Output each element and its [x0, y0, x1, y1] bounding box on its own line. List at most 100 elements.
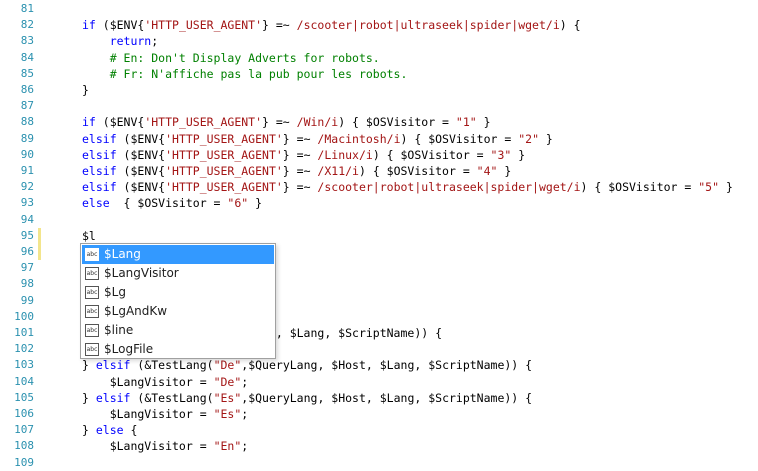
line-number: 87 — [20, 99, 34, 112]
line-number: 88 — [20, 115, 34, 128]
code-token-string: "Es" — [213, 391, 242, 405]
code-token-keyword: else — [95, 423, 124, 437]
code-line[interactable]: $l — [82, 228, 96, 244]
code-line[interactable]: if ($ENV{'HTTP_USER_AGENT'} =~ /Win/i) {… — [82, 114, 491, 130]
code-token-keyword: else — [82, 196, 117, 210]
code-token-string: 'HTTP_USER_AGENT' — [165, 180, 283, 194]
code-token-keyword: elsif — [82, 148, 124, 162]
line-number: 96 — [20, 245, 34, 258]
line-number: 109 — [14, 456, 34, 469]
code-line[interactable]: $LangVisitor = "Es"; — [82, 406, 249, 422]
code-token-plain: } =~ — [282, 164, 318, 178]
code-token-plain: } =~ — [262, 18, 297, 32]
code-token-string: 'HTTP_USER_AGENT' — [144, 18, 263, 32]
autocomplete-item[interactable]: abc $Lang — [82, 245, 274, 264]
code-token-plain: } — [82, 358, 96, 372]
code-token-plain: } — [82, 391, 96, 405]
code-token-keyword: return — [82, 34, 152, 48]
code-token-plain: ; — [241, 375, 249, 389]
code-line[interactable]: $LangVisitor = "En"; — [82, 438, 249, 454]
code-token-comment: # Fr: N'affiche pas la pub pour les robo… — [82, 67, 408, 81]
code-token-plain: } =~ — [282, 180, 318, 194]
code-token-string: /scooter|robot|ultraseek|spider|wget/i — [317, 180, 581, 194]
code-token-plain: } =~ — [282, 132, 318, 146]
code-token-keyword: if — [82, 18, 103, 32]
text-completion-icon: abc — [85, 267, 99, 280]
line-number: 82 — [20, 18, 34, 31]
code-line[interactable]: return; — [82, 33, 159, 49]
line-number: 83 — [20, 34, 34, 47]
code-line[interactable]: } else { — [82, 422, 137, 438]
autocomplete-item-label: $LogFile — [104, 342, 154, 356]
line-number: 90 — [20, 148, 34, 161]
line-number: 104 — [14, 375, 34, 388]
code-token-plain: ; — [151, 34, 159, 48]
code-token-string: 'HTTP_USER_AGENT' — [165, 164, 283, 178]
code-token-keyword: elsif — [82, 164, 124, 178]
line-number: 98 — [20, 277, 34, 290]
code-line[interactable]: } elsif (&TestLang("Es",$QueryLang, $Hos… — [82, 390, 532, 406]
line-number: 86 — [20, 83, 34, 96]
code-token-plain: } =~ — [262, 115, 297, 129]
code-token-plain: ($ENV{ — [123, 180, 166, 194]
code-token-plain: ($ENV{ — [123, 164, 166, 178]
autocomplete-item[interactable]: abc $Lg — [82, 283, 274, 302]
text-completion-icon: abc — [85, 305, 99, 318]
autocomplete-item[interactable]: abc $LogFile — [82, 340, 274, 359]
code-line[interactable]: # Fr: N'affiche pas la pub pour les robo… — [82, 66, 408, 82]
line-number: 85 — [20, 67, 34, 80]
autocomplete-item[interactable]: abc $line — [82, 321, 274, 340]
autocomplete-popup[interactable]: abc $Lang abc $LangVisitor abc $Lg abc $LgAndKw… — [80, 243, 276, 359]
code-token-plain: ($ENV{ — [123, 148, 166, 162]
line-number: 101 — [14, 326, 34, 339]
line-number: 93 — [20, 196, 34, 209]
text-completion-icon: abc — [85, 324, 99, 337]
code-token-string: "Es" — [213, 407, 242, 421]
code-token-plain: } — [82, 423, 96, 437]
code-line[interactable]: if ($ENV{'HTTP_USER_AGENT'} =~ /scooter|… — [82, 17, 581, 33]
code-line[interactable]: } — [82, 82, 89, 98]
line-number: 92 — [20, 180, 34, 193]
code-token-string: "5" — [698, 180, 720, 194]
code-editor[interactable]: 81 82 83 84 85 86 87 88 89 90 91 92 93 94 95 96 97 98 99 10… — [0, 0, 758, 469]
autocomplete-item-label: $LgAndKw — [104, 304, 168, 318]
code-token-plain: ,$QueryLang, $Host, $Lang, $ScriptName))… — [241, 391, 533, 405]
code-token-string: /X11/i — [317, 164, 359, 178]
code-token-string: "De" — [213, 358, 242, 372]
code-token-string: "1" — [455, 115, 477, 129]
code-line[interactable]: elsif ($ENV{'HTTP_USER_AGENT'} =~ /Linux… — [82, 147, 525, 163]
autocomplete-item[interactable]: abc $LgAndKw — [82, 302, 274, 321]
line-number: 105 — [14, 391, 34, 404]
autocomplete-item[interactable]: abc $LangVisitor — [82, 264, 274, 283]
code-token-string: "De" — [213, 375, 242, 389]
line-number: 94 — [20, 213, 34, 226]
code-token-plain: ) { $OSVisitor = — [338, 115, 456, 129]
code-token-plain: } — [476, 115, 491, 129]
code-line[interactable]: else { $OSVisitor = "6" } — [82, 195, 262, 211]
line-number: 97 — [20, 261, 34, 274]
code-line[interactable]: # En: Don't Display Adverts for robots. — [82, 50, 380, 66]
code-line[interactable]: elsif ($ENV{'HTTP_USER_AGENT'} =~ /Macin… — [82, 131, 553, 147]
code-token-plain: ,$QueryLang, $Host, $Lang, $ScriptName))… — [241, 358, 533, 372]
code-line[interactable]: $LangVisitor = "De"; — [82, 374, 249, 390]
code-token-plain: $LangVisitor = — [82, 407, 214, 421]
code-token-string: "6" — [227, 196, 249, 210]
code-token-plain: { $OSVisitor = — [116, 196, 228, 210]
code-token-plain: $LangVisitor = — [82, 439, 214, 453]
code-token-plain: ; — [241, 439, 249, 453]
code-token-string: /scooter|robot|ultraseek|spider|wget/i — [296, 18, 560, 32]
code-token-keyword: elsif — [95, 358, 131, 372]
code-line[interactable]: } elsif (&TestLang("De",$QueryLang, $Hos… — [82, 357, 532, 373]
code-token-plain: } — [511, 148, 526, 162]
code-token-comment: # En: Don't Display Adverts for robots. — [82, 51, 380, 65]
code-token-keyword: elsif — [95, 391, 131, 405]
line-number: 100 — [14, 310, 34, 323]
code-token-keyword: if — [82, 115, 103, 129]
line-number: 95 — [20, 229, 34, 242]
code-line[interactable]: elsif ($ENV{'HTTP_USER_AGENT'} =~ /X11/i… — [82, 163, 511, 179]
change-marker — [38, 228, 41, 244]
code-token-plain: (&TestLang( — [130, 358, 214, 372]
code-line[interactable]: elsif ($ENV{'HTTP_USER_AGENT'} =~ /scoot… — [82, 179, 733, 195]
code-token-string: "4" — [476, 164, 498, 178]
autocomplete-item-label: $Lg — [104, 285, 126, 299]
